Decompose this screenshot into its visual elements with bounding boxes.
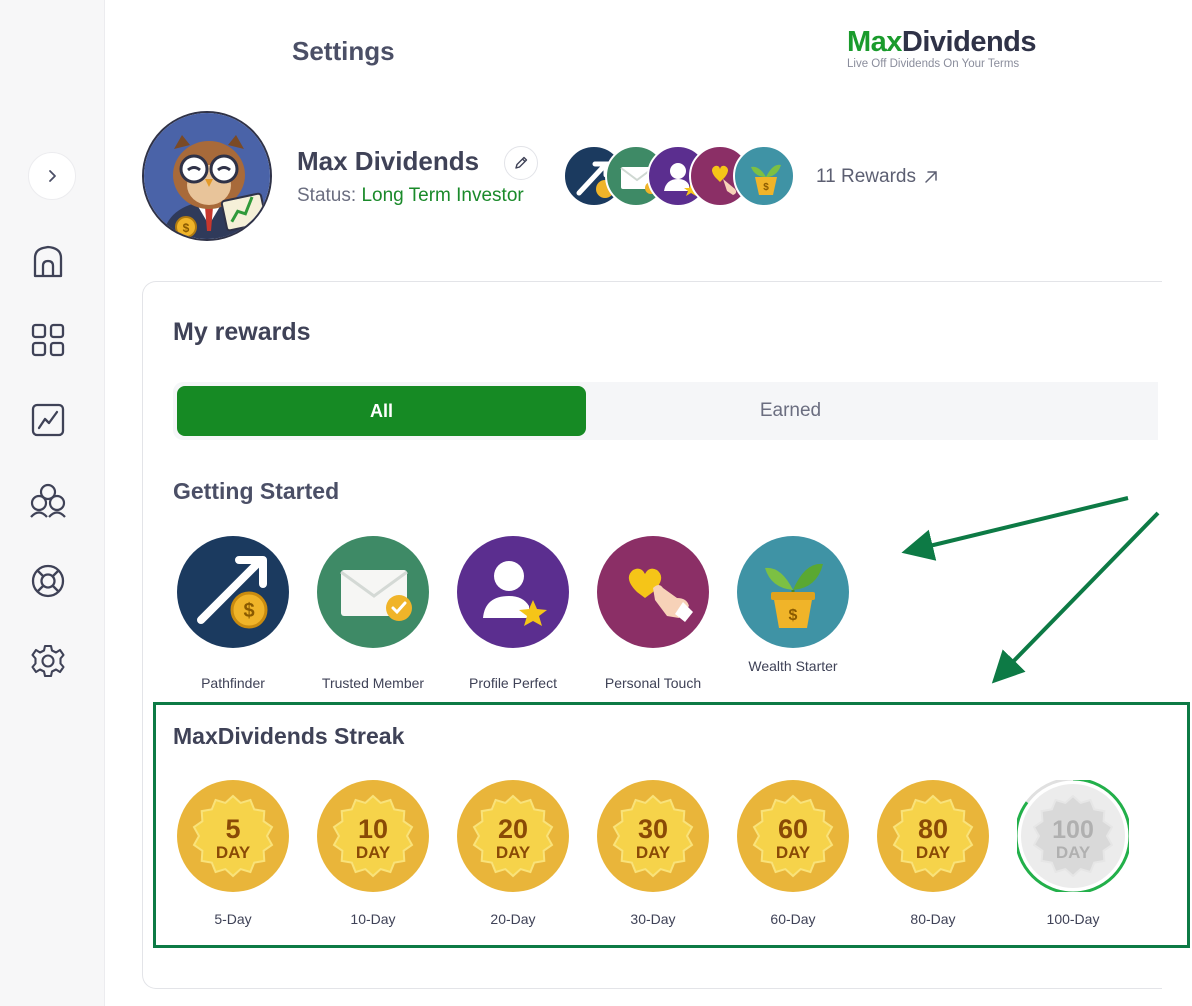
grey-medal-icon: 100DAY [1014, 777, 1132, 895]
rewards-link[interactable]: 11 Rewards [816, 166, 938, 188]
streak-badge-30[interactable]: 30 DAY [597, 780, 709, 892]
plant-pot-icon: $ [765, 563, 823, 628]
streak-label-100: 100-Day [1046, 911, 1100, 927]
heart-hand-icon [628, 568, 693, 622]
badge-label-personal-touch: Personal Touch [604, 675, 702, 691]
sidebar [0, 0, 105, 1006]
people-icon [30, 483, 66, 518]
streak-badge-number: 30 [638, 814, 668, 844]
streak-badge-20[interactable]: 20 DAY [457, 780, 569, 892]
sidebar-item-analytics[interactable] [28, 400, 68, 440]
streak-badge-number: 100 [1052, 816, 1094, 844]
badge-label-pathfinder: Pathfinder [201, 675, 265, 691]
streak-badge-unit: DAY [356, 843, 391, 862]
streak-label-80: 80-Day [910, 911, 956, 927]
streak-badge-number: 20 [498, 814, 528, 844]
page-title: Settings [292, 36, 395, 66]
tab-earned[interactable]: Earned [586, 386, 995, 436]
streak-badge-unit: DAY [916, 843, 951, 862]
streak-badge-unit: DAY [776, 843, 811, 862]
profile-name: Max Dividends [297, 146, 480, 176]
pencil-icon [515, 156, 528, 169]
streak-badge-unit: DAY [1056, 843, 1091, 862]
mini-badge-wealth: $ [733, 145, 795, 207]
chevron-right-icon [49, 170, 56, 182]
streak-badge-unit: DAY [636, 843, 671, 862]
streak-label-60: 60-Day [770, 911, 816, 927]
gold-medal-icon: 20DAY [457, 780, 569, 892]
earned-rewards-stack[interactable]: $ [563, 145, 803, 209]
sidebar-item-dashboard[interactable] [28, 320, 68, 360]
badge-personal-touch[interactable] [597, 536, 709, 648]
streak-label-20: 20-Day [490, 911, 536, 927]
rewards-count: 11 Rewards [816, 166, 916, 187]
sidebar-expand-button[interactable] [28, 152, 76, 200]
streak-badge-number: 60 [778, 814, 808, 844]
sidebar-item-support[interactable] [28, 561, 68, 601]
grid-icon [31, 323, 65, 357]
sidebar-item-community[interactable] [28, 481, 68, 521]
tab-all[interactable]: All [177, 386, 586, 436]
streak-badge-10[interactable]: 10 DAY [317, 780, 429, 892]
streak-badge-80[interactable]: 80 DAY [877, 780, 989, 892]
status-label: Status: [297, 185, 357, 206]
avatar: $ [142, 111, 272, 241]
streak-badge-number: 80 [918, 814, 948, 844]
streak-label-10: 10-Day [350, 911, 396, 927]
gold-medal-icon: 5DAY [177, 780, 289, 892]
envelope-check-icon [340, 570, 412, 621]
streak-label-30: 30-Day [630, 911, 676, 927]
arrow-up-right-icon [925, 171, 937, 183]
logo-max-text: Max [847, 26, 902, 58]
gold-medal-icon: 30DAY [597, 780, 709, 892]
badge-pathfinder[interactable]: $ [177, 536, 289, 648]
streak-title: MaxDividends Streak [173, 723, 405, 749]
chart-icon [31, 403, 65, 437]
edit-profile-button[interactable] [504, 146, 538, 180]
sidebar-item-settings[interactable] [28, 641, 68, 681]
lifebuoy-icon [31, 564, 65, 598]
gear-icon [31, 644, 65, 678]
home-icon [33, 245, 63, 278]
gold-medal-icon: 60DAY [737, 780, 849, 892]
streak-badge-60[interactable]: 60 DAY [737, 780, 849, 892]
badge-trusted-member[interactable] [317, 536, 429, 648]
svg-text:$: $ [183, 221, 190, 235]
svg-text:$: $ [789, 607, 798, 624]
svg-text:$: $ [763, 182, 769, 193]
badge-wealth-starter[interactable]: $ [737, 536, 849, 648]
plant-pot-icon: $ [751, 164, 781, 195]
streak-badge-unit: DAY [496, 843, 531, 862]
badge-label-wealth-starter: Wealth Starter [748, 658, 838, 674]
sidebar-item-home[interactable] [28, 242, 68, 282]
streak-badge-100[interactable]: 100 DAY [1014, 777, 1132, 895]
gold-medal-icon: 10DAY [317, 780, 429, 892]
streak-badge-unit: DAY [216, 843, 251, 862]
gold-medal-icon: 80DAY [877, 780, 989, 892]
streak-badge-5[interactable]: 5 DAY [177, 780, 289, 892]
profile-status: Status: Long Term Investor [297, 185, 524, 207]
growth-arrow-icon: $ [197, 556, 268, 629]
streak-badge-number: 10 [358, 814, 388, 844]
badge-label-trusted-member: Trusted Member [321, 675, 425, 691]
rewards-title: My rewards [173, 318, 311, 346]
logo-dividends-text: Dividends [901, 26, 1037, 58]
getting-started-title: Getting Started [173, 478, 340, 504]
badge-label-profile-perfect: Profile Perfect [469, 675, 557, 691]
logo[interactable]: MaxDividends Live Off Dividends On Your … [847, 26, 1037, 70]
svg-text:$: $ [243, 600, 254, 622]
streak-badge-number: 5 [225, 814, 240, 844]
owl-avatar-icon: $ [144, 113, 270, 239]
streak-label-5: 5-Day [214, 911, 252, 927]
status-value: Long Term Investor [361, 185, 524, 206]
logo-tagline: Live Off Dividends On Your Terms [847, 58, 1020, 70]
user-star-icon [483, 561, 547, 626]
badge-profile-perfect[interactable] [457, 536, 569, 648]
